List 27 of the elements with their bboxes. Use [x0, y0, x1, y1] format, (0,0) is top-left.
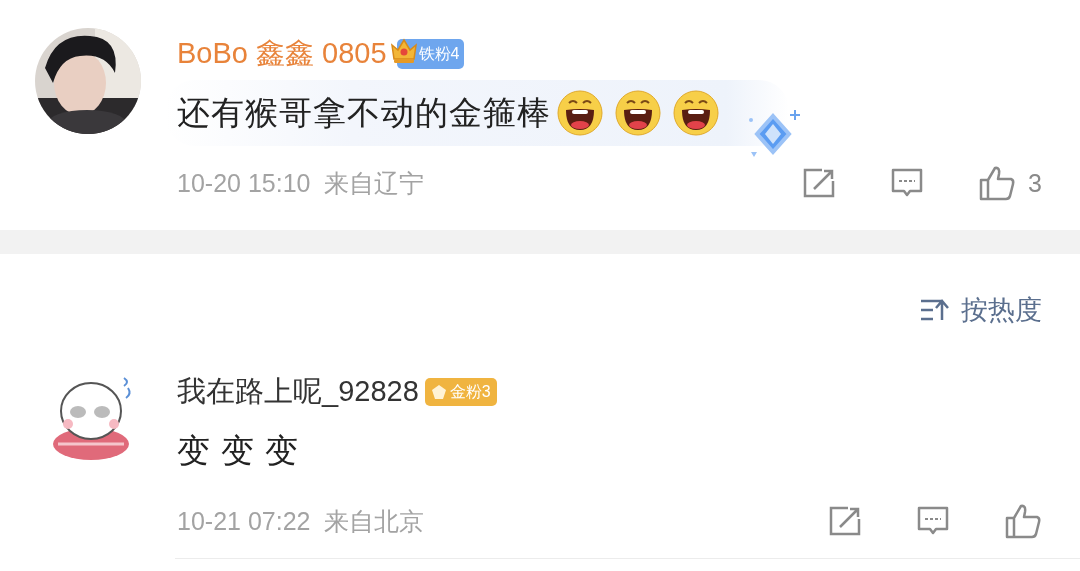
comment-button[interactable] — [916, 505, 950, 537]
laughing-emoji-icon — [615, 90, 661, 136]
thumbs-up-icon — [1004, 503, 1042, 539]
sort-button[interactable]: 按热度 — [919, 292, 1042, 328]
fan-badge: 金粉3 — [424, 378, 497, 406]
username[interactable]: 我在路上呢_92828 — [177, 372, 419, 412]
comment-time: 10-21 07:22 — [177, 506, 311, 536]
gem-icon — [429, 383, 448, 401]
sort-icon — [919, 298, 951, 322]
comment-icon — [890, 167, 925, 199]
laughing-emoji-icon — [673, 90, 719, 136]
share-button[interactable] — [828, 505, 862, 537]
comment-time: 10-20 15:10 — [177, 168, 311, 198]
comment-text: 还有猴哥拿不动的金箍棒 — [177, 92, 551, 133]
like-button[interactable] — [1004, 503, 1042, 539]
username[interactable]: BoBo 鑫鑫 0805 — [177, 34, 387, 74]
comment-location: 来自北京 — [324, 505, 425, 537]
thumbs-up-icon — [978, 165, 1017, 201]
comment-icon — [916, 505, 950, 537]
comment-location: 来自辽宁 — [324, 167, 425, 199]
laughing-emoji-icon — [557, 90, 603, 136]
like-button[interactable]: 3 — [978, 165, 1042, 201]
share-button[interactable] — [802, 167, 837, 199]
comment-text: 变 变 变 — [177, 430, 300, 471]
comment-button[interactable] — [890, 167, 925, 199]
share-icon — [802, 167, 837, 199]
share-icon — [828, 505, 862, 537]
